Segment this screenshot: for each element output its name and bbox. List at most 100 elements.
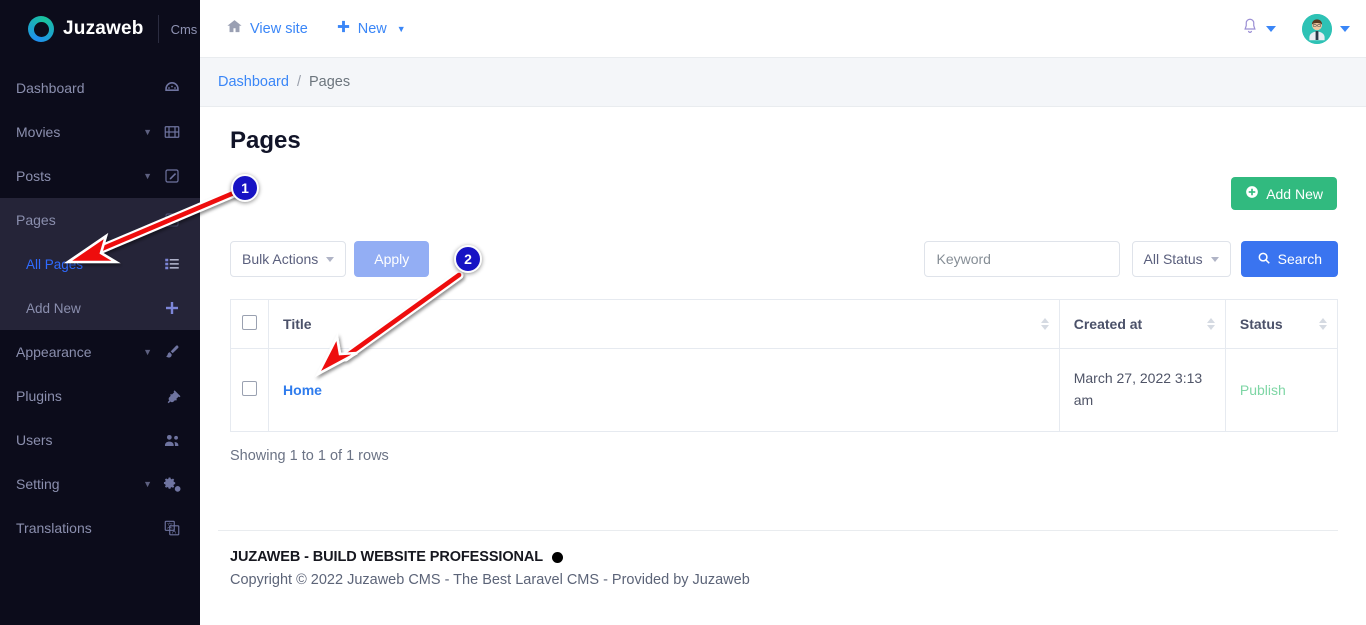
annotation-marker-label: 2 (464, 251, 472, 267)
sidebar-item-label: Users (16, 432, 53, 448)
chevron-down-icon (1210, 256, 1219, 262)
footer-title: JUZAWEB - BUILD WEBSITE PROFESSIONAL (230, 549, 543, 565)
column-header-status[interactable]: Status (1224, 299, 1339, 349)
annotation-marker-2: 2 (454, 245, 482, 273)
column-label: Title (283, 316, 312, 332)
sidebar-item-label: Plugins (16, 388, 62, 404)
cell-title: Home (268, 348, 1060, 432)
brand-name: Juzaweb (63, 18, 144, 39)
chevron-down-icon: ▼ (143, 346, 152, 357)
plus-circle-icon (1245, 185, 1259, 202)
column-label: Status (1239, 316, 1283, 332)
filters-row: Bulk Actions Apply All Status (218, 241, 1338, 277)
sort-icon[interactable] (1319, 318, 1327, 330)
chevron-down-icon (1266, 25, 1276, 32)
column-header-title[interactable]: Title (268, 299, 1060, 349)
notifications-dropdown[interactable] (1235, 13, 1282, 44)
row-title-link[interactable]: Home (283, 382, 322, 398)
column-label: Created at (1073, 316, 1143, 332)
search-icon (1257, 251, 1271, 268)
gears-icon (162, 475, 182, 494)
gauge-icon (162, 79, 182, 97)
breadcrumb-current: Pages (308, 74, 351, 90)
status-filter-label: All Status (1143, 251, 1203, 267)
user-menu[interactable] (1302, 13, 1350, 44)
sidebar-item-dashboard[interactable]: Dashboard (0, 66, 200, 110)
sidebar-item-all-pages[interactable]: All Pages (0, 242, 200, 286)
chevron-down-icon: ▼ (143, 126, 152, 137)
sidebar-item-label: Dashboard (16, 80, 85, 96)
status-filter-select[interactable]: All Status (1131, 241, 1231, 277)
pencil-square-icon (162, 167, 182, 185)
sidebar-item-label: Posts (16, 168, 52, 184)
topbar-right-group (1235, 13, 1350, 44)
topbar: View site New ▼ (200, 0, 1366, 58)
brand-header[interactable]: Juzaweb Cms (0, 0, 200, 58)
footer-dot-icon (552, 551, 563, 563)
row-select-cell (229, 348, 270, 432)
list-icon (162, 255, 182, 273)
apply-button[interactable]: Apply (354, 241, 430, 277)
footer-title-row: JUZAWEB - BUILD WEBSITE PROFESSIONAL (230, 549, 1338, 565)
breadcrumb-dashboard[interactable]: Dashboard (218, 74, 289, 90)
brand-divider (157, 15, 159, 43)
search-button[interactable]: Search (1240, 241, 1338, 277)
sidebar-item-movies[interactable]: Movies ▼ (0, 110, 200, 154)
chevron-down-icon: ▼ (396, 23, 406, 34)
status-badge: Publish (1239, 382, 1286, 398)
search-input[interactable] (923, 241, 1120, 277)
sidebar-item-users[interactable]: Users (0, 418, 200, 462)
breadcrumb: Dashboard / Pages (200, 58, 1366, 107)
chevron-down-icon: ▼ (143, 170, 152, 181)
sort-icon[interactable] (1040, 318, 1049, 330)
table-head: Title Created at Status (229, 299, 1339, 349)
plus-icon (336, 19, 351, 38)
sidebar-item-label: All Pages (26, 256, 84, 272)
sidebar-item-pages[interactable]: Pages (0, 198, 200, 242)
brand-subtitle: Cms (170, 21, 198, 37)
row-checkbox[interactable] (242, 381, 258, 396)
view-site-link[interactable]: View site (226, 18, 308, 39)
plug-icon (162, 387, 182, 405)
add-new-button[interactable]: Add New (1231, 177, 1337, 210)
home-icon (226, 18, 243, 39)
new-dropdown[interactable]: New ▼ (336, 19, 406, 38)
sidebar-item-plugins[interactable]: Plugins (0, 374, 200, 418)
annotation-marker-label: 1 (241, 180, 249, 196)
cell-created-at: March 27, 2022 3:13 am (1058, 348, 1226, 432)
sidebar-item-appearance[interactable]: Appearance ▼ (0, 330, 200, 374)
sidebar-item-label: Appearance (16, 344, 92, 360)
sidebar-item-setting[interactable]: Setting ▼ (0, 462, 200, 506)
chevron-down-icon: ▼ (143, 478, 152, 489)
bulk-actions-select[interactable]: Bulk Actions (230, 241, 347, 277)
search-label: Search (1277, 251, 1322, 267)
sidebar-item-label: Add New (26, 300, 81, 316)
sidebar-item-posts[interactable]: Posts ▼ (0, 154, 200, 198)
new-label: New (357, 20, 387, 37)
table-header-row: Title Created at Status (229, 299, 1339, 349)
brush-icon (162, 343, 182, 361)
sidebar-item-translations[interactable]: Translations 文 A (0, 506, 200, 550)
pages-table: Title Created at Status Home March 27, 2… (229, 299, 1339, 432)
avatar (1302, 13, 1332, 44)
chevron-down-icon (1340, 25, 1350, 32)
sidebar-item-add-new[interactable]: Add New (0, 286, 200, 330)
bell-icon (1241, 17, 1259, 40)
actions-row: Add New (218, 177, 1338, 225)
page-title: Pages (230, 127, 301, 154)
chevron-down-icon (326, 256, 335, 262)
translate-icon: 文 A (162, 519, 182, 537)
select-all-checkbox[interactable] (242, 315, 258, 330)
app-root: Juzaweb Cms Dashboard Movies ▼ Posts ▼ P… (0, 0, 1366, 625)
sidebar-item-label: Translations (16, 520, 92, 536)
view-site-label: View site (250, 20, 308, 37)
sort-icon[interactable] (1206, 318, 1215, 330)
sidebar-item-label: Setting (16, 476, 60, 492)
ring-logo-icon (28, 16, 54, 42)
showing-text: Showing 1 to 1 of 1 rows (230, 448, 389, 464)
column-header-created-at[interactable]: Created at (1058, 299, 1226, 349)
sidebar: Juzaweb Cms Dashboard Movies ▼ Posts ▼ P… (0, 0, 200, 625)
add-new-label: Add New (1266, 185, 1323, 202)
pencil-square-icon (162, 211, 182, 229)
plus-icon (162, 299, 182, 317)
